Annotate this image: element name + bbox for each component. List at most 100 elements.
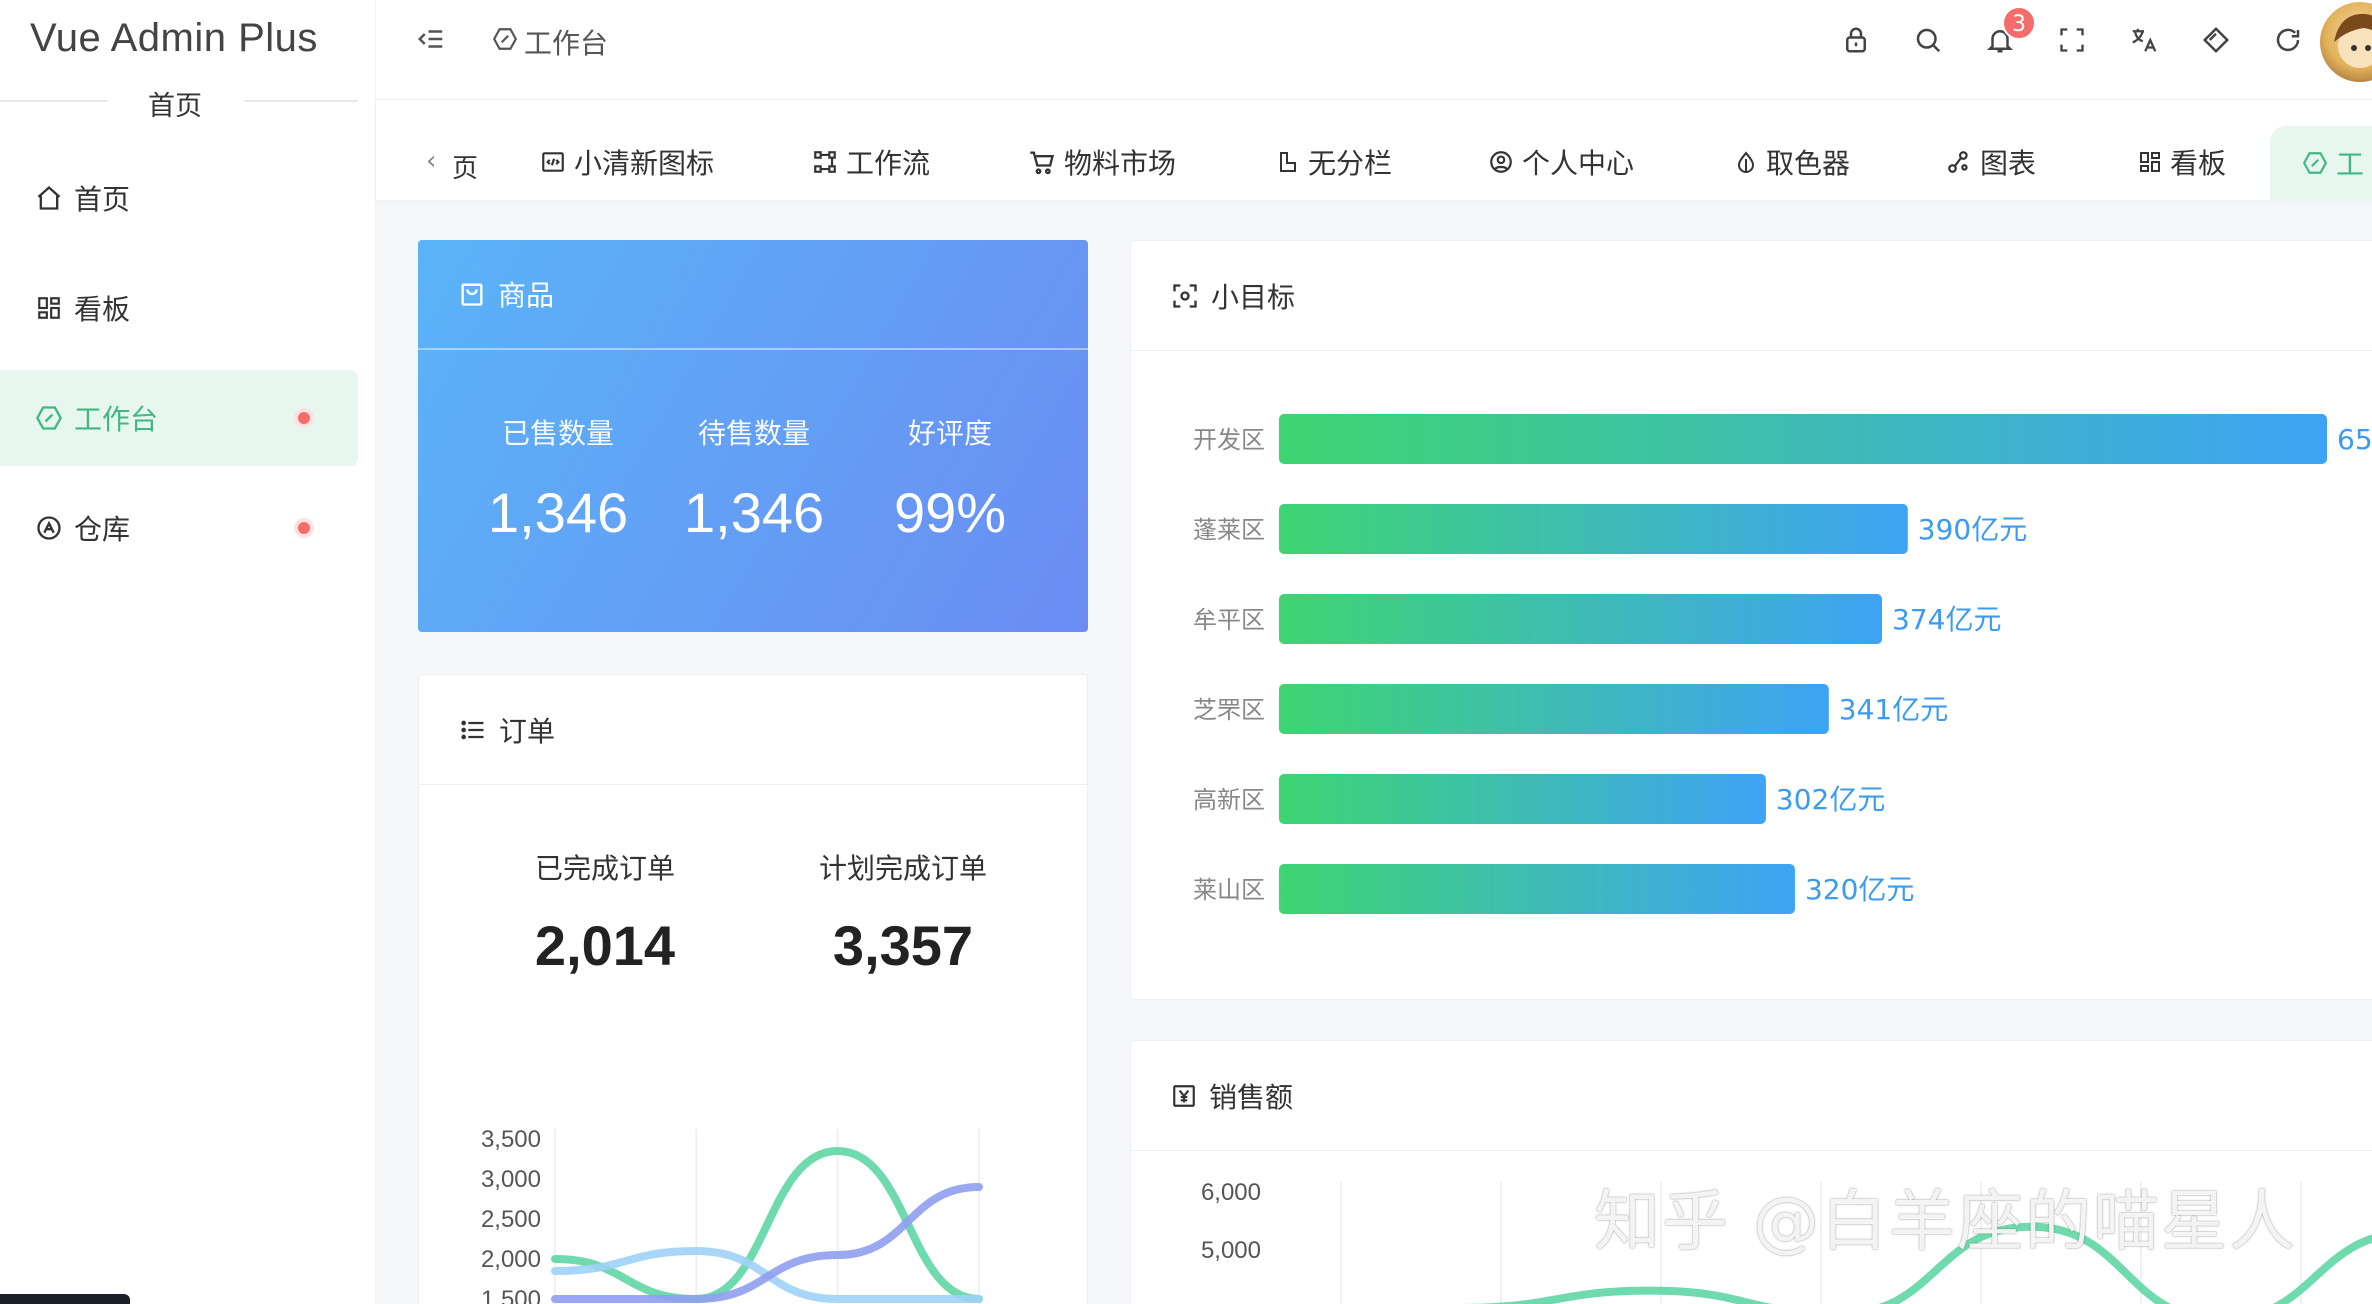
stat-value: 3,357	[832, 914, 974, 977]
bar-data-label: 320亿元	[1805, 873, 1914, 906]
card-header: 小目标	[1131, 241, 2372, 351]
home-icon	[34, 183, 64, 213]
bar	[1279, 594, 1883, 644]
theme-button[interactable]	[2180, 18, 2252, 62]
card-title: 订单	[499, 714, 556, 748]
flow-icon	[812, 149, 838, 175]
card-title: 小目标	[1211, 280, 1296, 314]
tab-label: 小清新图标	[574, 147, 715, 180]
card-title: 销售额	[1209, 1080, 1294, 1114]
stat-value: 1,346	[488, 481, 629, 544]
translate-button[interactable]	[2108, 18, 2180, 62]
tab-label: 个人中心	[1522, 147, 1635, 180]
fullscreen-icon	[2060, 28, 2084, 52]
chart-icon	[1946, 149, 1972, 175]
tab-workflow[interactable]: 工作流	[812, 144, 930, 180]
bar-data-label: 302亿元	[1776, 783, 1885, 816]
stat-label: 已完成订单	[534, 852, 675, 885]
status-dot	[298, 522, 310, 534]
stat-label: 计划完成订单	[818, 852, 987, 885]
code-icon	[540, 149, 566, 175]
tab-charts[interactable]: 图表	[1946, 144, 2036, 180]
stat-label: 已售数量	[501, 417, 614, 450]
goal-bar-chart: 开发区 650亿元蓬莱区 390亿元牟平区 374亿元芝罘区 341亿元高新区 302亿元…	[1193, 414, 2372, 914]
notification-button[interactable]: 3	[1964, 6, 2036, 62]
search-button[interactable]	[1892, 18, 1964, 62]
fold-menu-icon[interactable]	[416, 24, 446, 58]
bar-data-label: 374亿元	[1892, 603, 2001, 636]
tab-bar: ‹ 页 小清新图标 工作流 物料市场 无分栏 个人中心 取色器 图表 看板 工	[376, 100, 2372, 200]
tab-clipped[interactable]: 页	[452, 148, 478, 185]
sidebar-item-label: 看板	[74, 293, 131, 326]
y-tick-label: 5,000	[1201, 1237, 1261, 1264]
avatar[interactable]	[2320, 2, 2372, 82]
tab-label: 物料市场	[1064, 147, 1177, 180]
tab-icons[interactable]: 小清新图标	[540, 144, 714, 180]
tab-board[interactable]: 看板	[2138, 144, 2226, 180]
fullscreen-button[interactable]	[2036, 18, 2108, 62]
tab-label: 取色器	[1766, 147, 1851, 180]
tab-material-market[interactable]: 物料市场	[1028, 144, 1176, 180]
y-tick-label: 2,500	[481, 1206, 541, 1233]
stat-label: 好评度	[907, 417, 992, 450]
tab-color-picker[interactable]: 取色器	[1734, 144, 1850, 180]
goods-card: 商品 已售数量 1,346 待售数量 1,346 好评度 99%	[418, 240, 1088, 632]
workbench-icon	[2302, 150, 2328, 176]
sidebar-item-warehouse[interactable]: 仓库	[0, 480, 358, 576]
tab-label: 工	[2336, 148, 2365, 181]
stat-planned-orders: 计划完成订单 3,357	[803, 847, 1003, 978]
cart-icon	[1028, 148, 1056, 176]
tab-workbench-active[interactable]: 工	[2270, 126, 2372, 200]
header-toolbar: 3	[1820, 6, 2324, 62]
sidebar-item-label: 仓库	[74, 513, 131, 546]
breadcrumb[interactable]: 工作台	[492, 22, 608, 62]
header: 工作台 3	[376, 0, 2372, 100]
sidebar: Vue Admin Plus 首页 首页 看板 工作台 仓库	[0, 0, 376, 1304]
brand-subtitle-row: 首页	[0, 82, 376, 122]
y-tick-label: 3,000	[481, 1166, 541, 1193]
bar-category-label: 蓬莱区	[1193, 516, 1265, 544]
sidebar-item-home[interactable]: 首页	[0, 150, 358, 246]
stat-pending: 待售数量 1,346	[684, 412, 824, 545]
bar-category-label: 开发区	[1193, 426, 1265, 454]
tab-label: 看板	[2170, 147, 2227, 180]
tab-label: 图表	[1980, 147, 2037, 180]
tab-personal-center[interactable]: 个人中心	[1488, 144, 1634, 180]
stat-value: 1,346	[684, 481, 825, 544]
divider	[0, 100, 108, 102]
sidebar-footer	[0, 1294, 130, 1304]
board-icon	[2138, 150, 2162, 174]
refresh-icon	[2276, 28, 2300, 52]
card-header: 商品	[418, 240, 1088, 350]
bar	[1279, 414, 2327, 464]
list-icon	[459, 716, 487, 744]
y-tick-label: 6,000	[1201, 1179, 1261, 1206]
y-tick-label: 1,500	[481, 1286, 541, 1304]
tab-no-column[interactable]: 无分栏	[1276, 144, 1392, 180]
sidebar-item-dashboard[interactable]: 看板	[0, 260, 358, 356]
orders-line-chart: 3,500 3,000 2,500 2,000 1,500	[481, 1126, 983, 1304]
lock-button[interactable]	[1820, 18, 1892, 62]
bar-data-label: 390亿元	[1918, 513, 2027, 546]
sidebar-item-workbench[interactable]: 工作台	[0, 370, 358, 466]
tab-scroll-left-icon[interactable]: ‹	[426, 146, 436, 176]
brand-title[interactable]: Vue Admin Plus	[30, 16, 318, 61]
bar-data-label: 341亿元	[1839, 693, 1948, 726]
theme-icon	[2202, 26, 2230, 54]
refresh-button[interactable]	[2252, 18, 2324, 62]
y-tick-label: 3,500	[481, 1126, 541, 1153]
workbench-icon	[492, 26, 518, 59]
bar	[1279, 684, 1829, 734]
sidebar-item-label: 首页	[74, 183, 131, 216]
stat-completed-orders: 已完成订单 2,014	[515, 847, 695, 978]
bar	[1279, 504, 1908, 554]
card-header: 订单	[419, 675, 1087, 785]
stat-label: 待售数量	[697, 417, 810, 450]
sidebar-menu: 首页 看板 工作台 仓库	[0, 150, 376, 590]
breadcrumb-label: 工作台	[524, 27, 609, 60]
layout-icon	[1276, 149, 1300, 175]
sidebar-item-label: 工作台	[74, 403, 159, 436]
warehouse-icon	[34, 513, 64, 543]
card-title: 商品	[498, 279, 555, 312]
dashboard-icon	[34, 293, 64, 323]
